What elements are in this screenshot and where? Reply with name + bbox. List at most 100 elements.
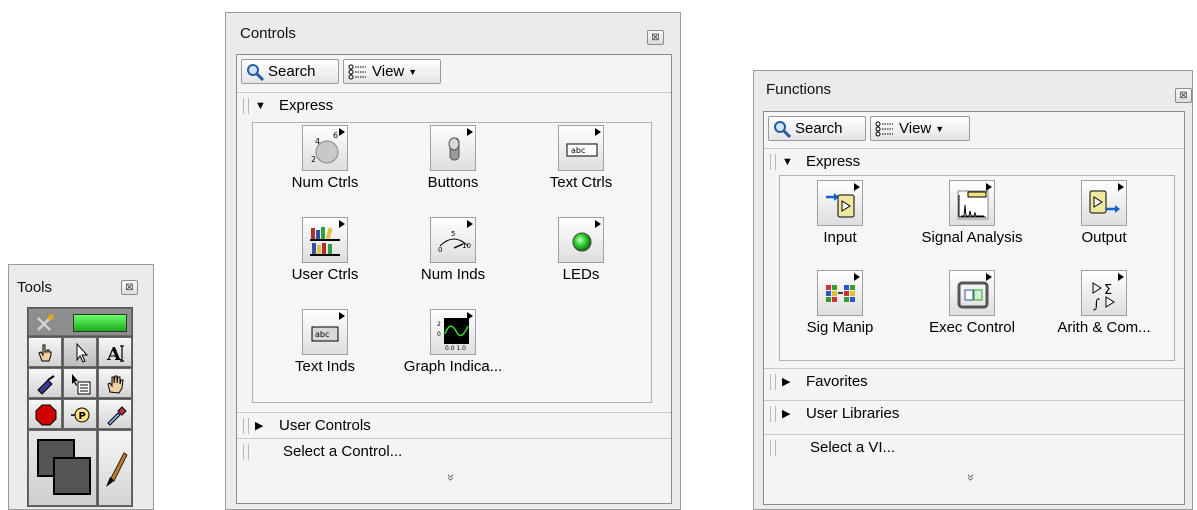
grip-icon: [770, 153, 776, 170]
collapsed-triangle-icon: ▶: [782, 376, 791, 388]
breakpoint-tool[interactable]: [28, 399, 62, 429]
functions-express-grid: Input Signal Analysis Output Sig Manip E…: [779, 175, 1175, 361]
color-copy-tool[interactable]: [98, 399, 132, 429]
functions-search-button[interactable]: Search: [768, 116, 866, 141]
svg-text:5: 5: [451, 230, 455, 238]
input-item[interactable]: Input: [780, 180, 900, 246]
color-tool[interactable]: [28, 430, 97, 506]
wire-tool[interactable]: [28, 368, 62, 398]
hand-pointer-icon: [38, 344, 52, 362]
express-label: Express: [806, 153, 861, 170]
svg-text:6: 6: [333, 132, 338, 140]
controls-title: Controls: [240, 25, 296, 42]
view-dropdown-icon: ▼: [408, 66, 418, 77]
grip-icon: [243, 417, 249, 434]
buttons-item[interactable]: Buttons: [393, 125, 513, 191]
tools-grid: A P: [27, 307, 133, 507]
view-list-icon: [348, 64, 366, 79]
select-control-item[interactable]: Select a Control...: [237, 438, 671, 464]
num-inds-item[interactable]: 0 5 10 Num Inds: [393, 217, 513, 283]
buttons-label: Buttons: [427, 174, 479, 191]
express-category[interactable]: ▼ Express: [764, 148, 1184, 174]
stop-sign-icon: [35, 404, 57, 426]
grip-icon: [243, 97, 249, 114]
output-item[interactable]: Output: [1044, 180, 1164, 246]
user-libraries-category[interactable]: ▶ User Libraries: [764, 400, 1184, 426]
tools-palette: Tools ⊠ A P: [8, 264, 154, 510]
user-controls-category[interactable]: ▶ User Controls: [237, 412, 671, 438]
text-ctrls-item[interactable]: abc Text Ctrls: [521, 125, 641, 191]
exec-control-icon: [949, 270, 995, 316]
expand-more-icon[interactable]: »: [964, 474, 979, 481]
select-vi-item[interactable]: Select a VI...: [764, 434, 1184, 460]
sig-manip-label: Sig Manip: [806, 319, 874, 336]
controls-search-button[interactable]: Search: [241, 59, 339, 84]
leds-label: LEDs: [562, 266, 600, 283]
favorites-category[interactable]: ▶ Favorites: [764, 368, 1184, 394]
user-libraries-label: User Libraries: [806, 405, 900, 422]
functions-view-button[interactable]: View ▼: [870, 116, 970, 141]
led-icon: [558, 217, 604, 263]
functions-close-button[interactable]: ⊠: [1175, 88, 1192, 103]
graph-indica-item[interactable]: 2 0 0.0 1.0 Graph Indica...: [393, 309, 513, 375]
probe-tool[interactable]: P: [63, 399, 97, 429]
paint-brush-icon: [106, 452, 128, 487]
output-label: Output: [1081, 229, 1127, 246]
shortcut-menu-icon: [72, 374, 91, 395]
auto-tool-led-icon: [73, 314, 127, 332]
expand-more-icon[interactable]: »: [444, 474, 459, 481]
leds-item[interactable]: LEDs: [521, 217, 641, 283]
controls-close-button[interactable]: ⊠: [647, 30, 664, 45]
gauge-icon: 0 5 10: [430, 217, 476, 263]
svg-text:10: 10: [462, 242, 471, 250]
express-category[interactable]: ▼ Express: [237, 92, 671, 118]
search-label: Search: [268, 63, 316, 80]
scroll-tool[interactable]: [98, 368, 132, 398]
signal-analysis-label: Signal Analysis: [921, 229, 1023, 246]
svg-text:Σ: Σ: [1104, 283, 1112, 298]
user-ctrls-item[interactable]: User Ctrls: [265, 217, 385, 283]
knob-icon: 2 4 6: [302, 125, 348, 171]
svg-text:abc: abc: [571, 146, 585, 155]
tools-close-button[interactable]: ⊠: [121, 280, 138, 295]
controls-express-grid: 2 4 6 Num Ctrls Buttons abc Text Ctrls U…: [252, 122, 652, 403]
operate-tool[interactable]: [28, 337, 62, 367]
graph-icon: 2 0 0.0 1.0: [430, 309, 476, 355]
num-inds-label: Num Inds: [420, 266, 486, 283]
text-inds-item[interactable]: abc Text Inds: [265, 309, 385, 375]
exec-control-label: Exec Control: [929, 319, 1015, 336]
paint-brush-tool[interactable]: [98, 430, 132, 506]
position-tool[interactable]: [63, 337, 97, 367]
num-ctrls-item[interactable]: 2 4 6 Num Ctrls: [265, 125, 385, 191]
signal-analysis-item[interactable]: Signal Analysis: [912, 180, 1032, 246]
magnifier-icon: [247, 63, 264, 81]
grip-icon: [770, 405, 776, 422]
text-tool[interactable]: A: [98, 337, 132, 367]
exec-control-item[interactable]: Exec Control: [912, 270, 1032, 336]
signal-manipulation-icon: [817, 270, 863, 316]
grip-icon: [243, 443, 249, 460]
text-control-icon: abc: [558, 125, 604, 171]
input-label: Input: [823, 229, 857, 246]
expanded-triangle-icon: ▼: [782, 155, 793, 168]
grip-icon: [770, 373, 776, 390]
grip-icon: [770, 439, 776, 456]
text-indicator-icon: abc: [302, 309, 348, 355]
arith-com-item[interactable]: Σ ∫ Arith & Com...: [1044, 270, 1164, 336]
arithmetic-icon: Σ ∫: [1081, 270, 1127, 316]
shortcut-menu-tool[interactable]: [63, 368, 97, 398]
tools-title: Tools: [17, 279, 53, 296]
controls-palette: Controls ⊠ Search View ▼ ▼ Express 2 4 6…: [225, 12, 681, 510]
arith-com-label: Arith & Com...: [1057, 319, 1151, 336]
auto-tool[interactable]: [28, 308, 132, 336]
wire-spool-icon: [37, 375, 55, 395]
view-label: View: [899, 120, 932, 137]
svg-text:0.0 1.0: 0.0 1.0: [445, 345, 466, 350]
bookshelf-icon: [302, 217, 348, 263]
background-color-swatch[interactable]: [53, 457, 91, 495]
sig-manip-item[interactable]: Sig Manip: [780, 270, 900, 336]
view-dropdown-icon: ▼: [935, 123, 945, 134]
svg-text:0: 0: [438, 246, 442, 254]
eyedropper-icon: [107, 406, 127, 426]
controls-view-button[interactable]: View ▼: [343, 59, 441, 84]
